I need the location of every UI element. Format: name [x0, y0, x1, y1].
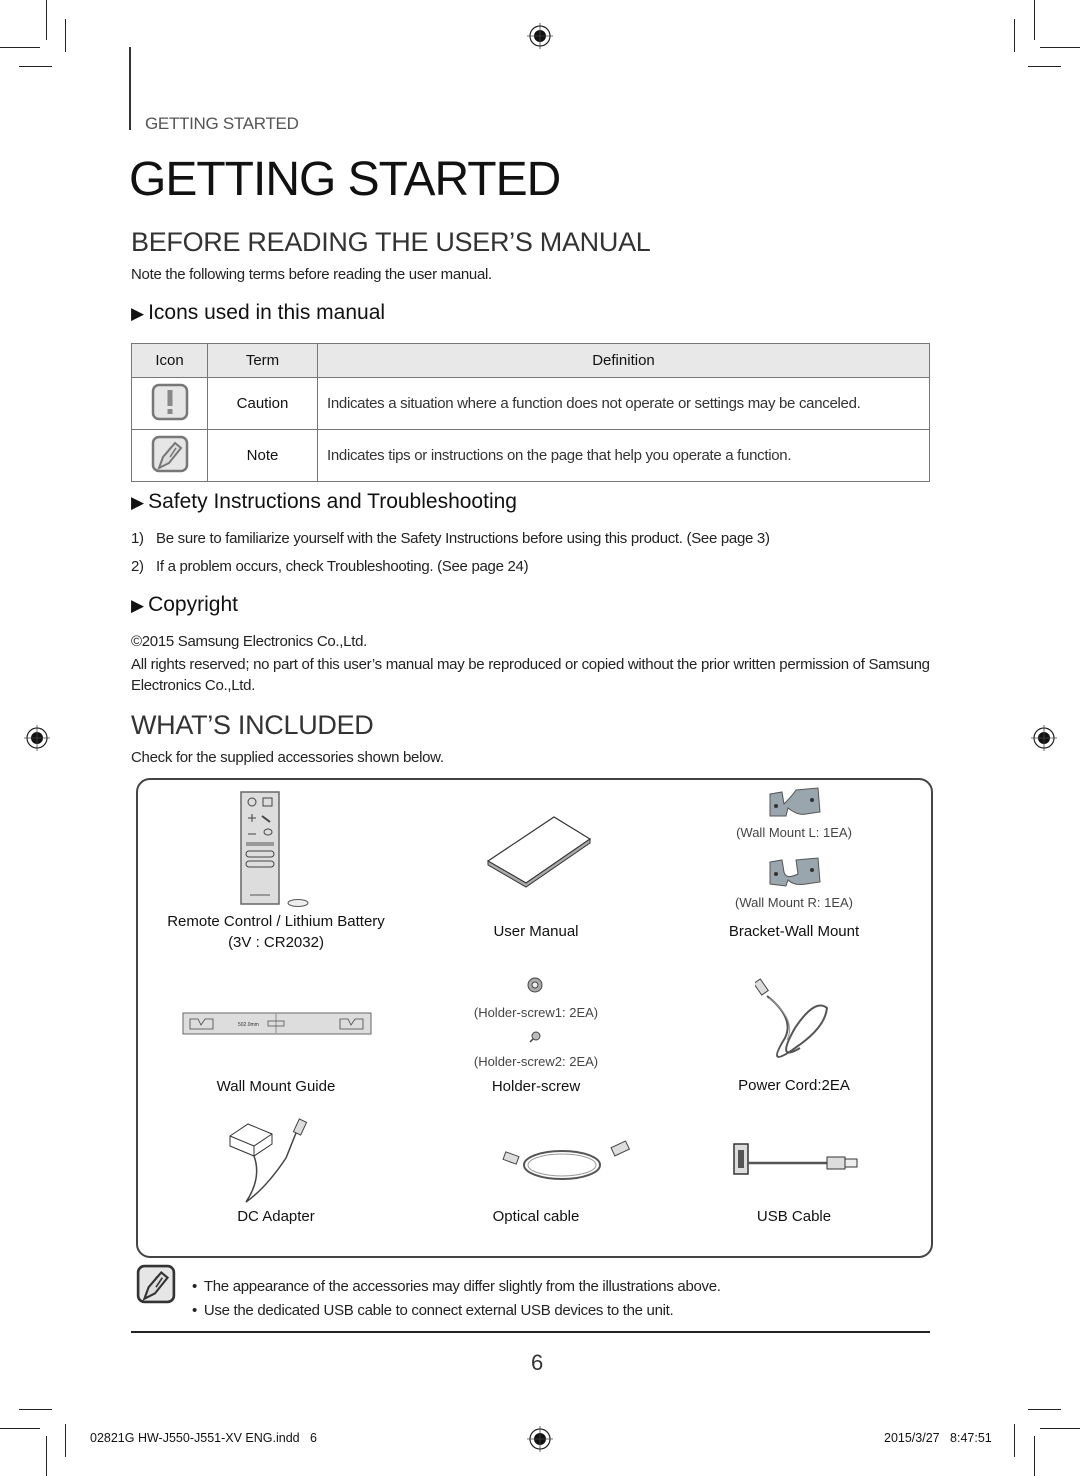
- remote-control-icon: [240, 791, 309, 907]
- table-row: Note Indicates tips or instructions on t…: [131, 429, 930, 482]
- registration-mark-icon: [24, 725, 50, 751]
- wall-mount-guide-label: Wall Mount Guide: [216, 1078, 336, 1095]
- crop-mark: [1040, 1428, 1080, 1429]
- definition-cell: Indicates tips or instructions on the pa…: [317, 429, 930, 482]
- page-number: 6: [531, 1350, 544, 1375]
- table-header: Definition: [317, 343, 930, 378]
- user-manual-icon: [486, 816, 592, 888]
- holder-screw-1-icon: [527, 977, 543, 993]
- section-label: GETTING STARTED: [145, 114, 299, 133]
- whats-included-heading: WHAT’S INCLUDED: [131, 710, 374, 740]
- crop-mark: [1028, 66, 1061, 67]
- note-icon: [136, 1264, 176, 1304]
- optical-cable-icon: [502, 1140, 631, 1180]
- icons-subheading: ▶ Icons used in this manual: [131, 301, 385, 325]
- triangle-bullet-icon: ▶: [131, 304, 145, 323]
- crop-mark: [0, 47, 40, 48]
- before-reading-intro: Note the following terms before reading …: [131, 266, 492, 283]
- notes-list: • The appearance of the accessories may …: [192, 1278, 721, 1326]
- safety-item: 1) Be sure to familiarize yourself with t…: [131, 530, 770, 547]
- page-title: GETTING STARTED: [129, 153, 561, 206]
- note-item: • Use the dedicated USB cable to connect…: [192, 1302, 674, 1319]
- bracket-label: Bracket-Wall Mount: [728, 923, 860, 940]
- power-cord-icon: [755, 978, 829, 1058]
- table-header-row: Icon Term Definition: [131, 343, 930, 378]
- footer-timestamp: 2015/3/27 8:47:51: [884, 1431, 992, 1445]
- crop-mark: [65, 19, 66, 52]
- definition-cell: Indicates a situation where a function d…: [317, 377, 930, 430]
- term-cell: Caution: [207, 377, 318, 430]
- copyright-text: All rights reserved; no part of this use…: [131, 656, 930, 694]
- copyright-subheading-text: Copyright: [148, 593, 238, 616]
- icons-table: Icon Term Definition Caution Indicates a…: [131, 343, 930, 482]
- dc-adapter-label: DC Adapter: [237, 1208, 315, 1225]
- guide-dimension-label: 502.0mm: [238, 1022, 259, 1028]
- dc-adapter-icon: [229, 1118, 308, 1203]
- wall-mount-r-label: (Wall Mount R: 1EA): [735, 895, 853, 910]
- note-text: Use the dedicated USB cable to connect e…: [203, 1302, 674, 1319]
- holder-screw-label: Holder-screw: [491, 1078, 581, 1095]
- whats-included-intro: Check for the supplied accessories shown…: [131, 749, 444, 766]
- note-item: • The appearance of the accessories may …: [192, 1278, 721, 1295]
- wall-mount-r-icon: [769, 857, 821, 887]
- wall-mount-guide-icon: 502.0mm: [182, 1012, 372, 1035]
- holder-screw-2-label: (Holder-screw2: 2EA): [473, 1054, 599, 1069]
- crop-mark: [65, 1424, 66, 1457]
- registration-mark-icon: [527, 1426, 553, 1452]
- safety-item: 2) If a problem occurs, check Troubleshoo…: [131, 558, 529, 575]
- copyright-line: ©2015 Samsung Electronics Co.,Ltd.: [131, 633, 367, 650]
- crop-mark: [1040, 47, 1080, 48]
- registration-mark-icon: [1031, 725, 1057, 751]
- icons-subheading-text: Icons used in this manual: [148, 301, 386, 324]
- list-number: 1): [131, 530, 144, 547]
- triangle-bullet-icon: ▶: [131, 493, 145, 512]
- table-row: Caution Indicates a situation where a fu…: [131, 377, 930, 430]
- usb-cable-icon: [733, 1143, 858, 1175]
- list-number: 2): [131, 558, 144, 575]
- crop-mark: [19, 1409, 52, 1410]
- holder-screw-1-label: (Holder-screw1: 2EA): [473, 1005, 599, 1020]
- note-text: The appearance of the accessories may di…: [203, 1278, 721, 1295]
- table-header: Term: [207, 343, 318, 378]
- crop-mark: [19, 66, 52, 67]
- crop-mark: [1028, 1409, 1061, 1410]
- optical-cable-label: Optical cable: [492, 1208, 580, 1225]
- caution-icon: [151, 383, 188, 420]
- crop-mark: [1034, 1436, 1035, 1476]
- footer-filename: 02821G HW-J550-J551-XV ENG.indd 6: [90, 1431, 317, 1445]
- power-cord-label: Power Cord:2EA: [738, 1077, 850, 1094]
- crop-mark: [1014, 1424, 1015, 1457]
- remote-battery-label: (3V : CR2032): [228, 934, 324, 951]
- holder-screw-2-icon: [529, 1031, 541, 1043]
- safety-subheading: ▶ Safety Instructions and Troubleshooting: [131, 490, 517, 514]
- crop-mark: [1014, 19, 1015, 52]
- remote-label: Remote Control / Lithium Battery: [167, 913, 385, 930]
- before-reading-heading: BEFORE READING THE USER’S MANUAL: [131, 227, 651, 257]
- registration-mark-icon: [527, 23, 553, 49]
- crop-mark: [0, 1428, 40, 1429]
- note-icon: [151, 435, 188, 472]
- table-header: Icon: [131, 343, 208, 378]
- crop-mark: [46, 1436, 47, 1476]
- term-cell: Note: [207, 429, 318, 482]
- section-side-bar: [129, 47, 131, 130]
- list-text: Be sure to familiarize yourself with the…: [156, 530, 770, 547]
- wall-mount-l-icon: [769, 787, 821, 817]
- crop-mark: [1034, 0, 1035, 40]
- triangle-bullet-icon: ▶: [131, 596, 145, 615]
- crop-mark: [46, 0, 47, 40]
- safety-subheading-text: Safety Instructions and Troubleshooting: [148, 490, 517, 513]
- wall-mount-l-label: (Wall Mount L: 1EA): [736, 825, 852, 840]
- user-manual-label: User Manual: [493, 923, 579, 940]
- copyright-subheading: ▶ Copyright: [131, 593, 238, 617]
- usb-cable-label: USB Cable: [756, 1208, 832, 1225]
- divider: [131, 1331, 930, 1333]
- list-text: If a problem occurs, check Troubleshooti…: [156, 558, 529, 575]
